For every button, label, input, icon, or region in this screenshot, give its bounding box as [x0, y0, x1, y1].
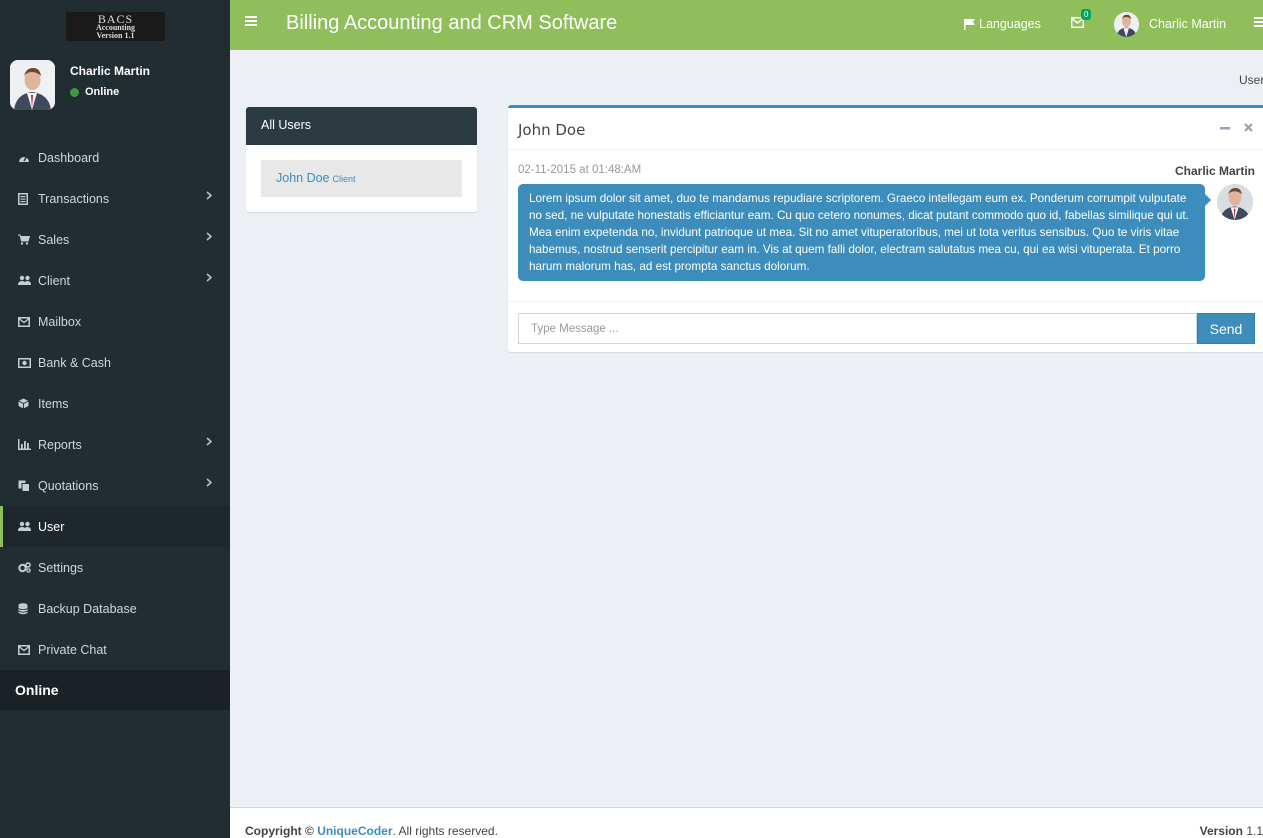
sidebar-item-items[interactable]: Items [0, 383, 230, 424]
sidebar-item-label: Bank & Cash [38, 355, 111, 370]
version-number: 1.1 [1246, 824, 1263, 838]
sidebar-online-header: Online [0, 670, 230, 710]
languages-menu[interactable]: Languages [964, 17, 1041, 31]
sidebar-toggle-icon[interactable] [245, 15, 257, 27]
all-users-box: All Users John Doe Client [246, 107, 477, 212]
sidebar-item-label: Quotations [38, 478, 99, 493]
users-icon [18, 275, 38, 286]
user-name: Charlic Martin [70, 64, 151, 78]
message-timestamp: 02-11-2015 at 01:48:AM [518, 164, 642, 176]
logo[interactable]: BACS Accounting Version 1.1 [66, 12, 165, 41]
message-avatar [1217, 184, 1253, 220]
user-status-label: Online [85, 86, 120, 98]
send-button[interactable]: Send [1197, 313, 1255, 344]
user-avatar [10, 60, 55, 110]
sidebar-item-user[interactable]: User [0, 506, 230, 547]
sidebar-item-label: Backup Database [38, 601, 137, 616]
minimize-icon[interactable] [1220, 123, 1230, 133]
sidebar-item-private-chat[interactable]: Private Chat [0, 629, 230, 670]
sidebar-menu: Dashboard Transactions Sales Client Mailbox B… [0, 137, 230, 670]
sidebar-item-label: Dashboard [38, 150, 100, 165]
sidebar-item-label: Transactions [38, 191, 110, 206]
user-list-item-tag: Client [332, 174, 356, 184]
copy-icon [18, 480, 38, 492]
copyright-prefix: Copyright © [245, 824, 314, 838]
sidebar-item-label: Reports [38, 437, 82, 452]
sidebar-item-backup-database[interactable]: Backup Database [0, 588, 230, 629]
sidebar-item-transactions[interactable]: Transactions [0, 178, 230, 219]
close-icon[interactable] [1244, 123, 1253, 133]
flag-icon [964, 18, 976, 30]
chat-tools [1220, 123, 1253, 133]
sidebar-item-label: Mailbox [38, 314, 82, 329]
sidebar-item-bank-cash[interactable]: Bank & Cash [0, 342, 230, 383]
sidebar-item-label: Items [38, 396, 69, 411]
top-header: Billing Accounting and CRM Software Lang… [230, 0, 1263, 50]
logo-area: BACS Accounting Version 1.1 [0, 0, 230, 50]
languages-label: Languages [979, 17, 1041, 31]
brand-link[interactable]: UniqueCoder [317, 824, 392, 838]
logo-line-3: Version 1.1 [96, 31, 135, 40]
mail-badge: 0 [1081, 9, 1092, 20]
copyright-suffix: . All rights reserved. [392, 824, 498, 838]
sidebar-item-quotations[interactable]: Quotations [0, 465, 230, 506]
sidebar-item-label: Client [38, 273, 70, 288]
chevron-right-icon [206, 191, 212, 200]
user-list-item[interactable]: John Doe Client [261, 160, 462, 197]
version-info: Version 1.1 [1200, 824, 1263, 838]
database-icon [18, 602, 38, 615]
app-title: Billing Accounting and CRM Software [286, 12, 618, 34]
file-icon [18, 192, 38, 205]
footer: Copyright © UniqueCoder. All rights rese… [230, 807, 1263, 838]
sidebar-item-mailbox[interactable]: Mailbox [0, 301, 230, 342]
sidebar-item-reports[interactable]: Reports [0, 424, 230, 465]
mail-menu[interactable]: 0 [1071, 9, 1092, 28]
version-label: Version [1199, 824, 1243, 838]
sidebar-item-label: Settings [38, 560, 84, 575]
message-bubble: Lorem ipsum dolor sit amet, duo te manda… [518, 184, 1211, 281]
chevron-right-icon [206, 232, 212, 241]
sidebar-item-label: Sales [38, 232, 70, 247]
cart-icon [18, 234, 38, 245]
chevron-right-icon [206, 437, 212, 446]
users-icon [18, 521, 38, 532]
envelope-icon [18, 316, 38, 327]
chat-footer-divider [508, 301, 1263, 302]
chat-title: John Doe [518, 121, 586, 139]
envelope-icon [18, 644, 38, 655]
chat-divider [508, 149, 1263, 150]
message-author: Charlic Martin [1174, 164, 1255, 178]
sidebar-item-settings[interactable]: Settings [0, 547, 230, 588]
header-avatar[interactable] [1114, 12, 1139, 37]
message-input[interactable] [518, 313, 1197, 344]
header-user-name[interactable]: Charlic Martin [1149, 17, 1226, 31]
sidebar-item-label: User [38, 519, 65, 534]
money-icon [18, 357, 38, 368]
chevron-right-icon [206, 478, 212, 487]
user-list-item-name: John Doe [276, 171, 330, 185]
cube-icon [18, 398, 38, 409]
sidebar-item-client[interactable]: Client [0, 260, 230, 301]
bar-chart-icon [18, 439, 38, 450]
sidebar-item-label: Private Chat [38, 642, 107, 657]
online-dot-icon [70, 87, 79, 97]
chevron-right-icon [206, 273, 212, 282]
sidebar: BACS Accounting Version 1.1 Charlic Mart… [0, 0, 230, 838]
sidebar-item-sales[interactable]: Sales [0, 219, 230, 260]
dashboard-icon [18, 152, 38, 163]
gears-icon [18, 562, 38, 573]
user-status: Online [70, 86, 119, 98]
chat-box: John Doe 02-11-2015 at 01:48:AM Charlic … [508, 105, 1263, 352]
right-menu-icon[interactable] [1254, 16, 1263, 28]
copyright: Copyright © UniqueCoder. All rights rese… [245, 824, 498, 838]
all-users-title: All Users [246, 107, 477, 145]
breadcrumb[interactable]: User [1239, 73, 1263, 87]
sidebar-item-dashboard[interactable]: Dashboard [0, 137, 230, 178]
